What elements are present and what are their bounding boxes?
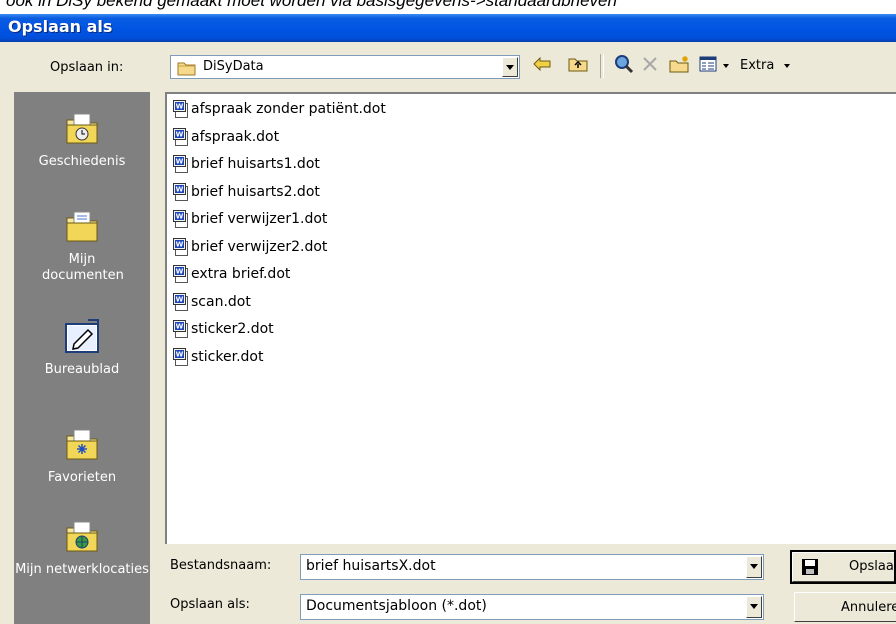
delete-button[interactable] (638, 54, 662, 78)
place-my-documents[interactable]: Mijn documenten (14, 208, 150, 284)
file-list-item[interactable]: Wbrief huisarts1.dot (173, 151, 320, 177)
place-favorites[interactable]: Favorieten (14, 426, 150, 485)
file-name: afspraak zonder patiënt.dot (191, 101, 386, 117)
views-button[interactable] (696, 54, 732, 78)
cancel-button-label: Annuleren (841, 600, 896, 615)
extra-dropdown-arrow-icon (784, 63, 791, 68)
place-label-desktop: Bureaublad (44, 362, 120, 377)
views-dropdown-arrow-icon (723, 64, 729, 68)
file-list-item[interactable]: Wsticker.dot (173, 344, 263, 370)
file-name: sticker.dot (191, 348, 264, 365)
svg-text:W: W (176, 158, 184, 166)
file-list[interactable]: Wafspraak zonder patiënt.dot Wafspraak.do… (165, 92, 896, 544)
svg-text:W: W (176, 295, 184, 303)
svg-text:W: W (176, 213, 184, 221)
extra-menu-label: Extra (740, 58, 775, 73)
cancel-button-frame: Annuleren (794, 592, 896, 624)
desktop-icon (14, 318, 150, 358)
svg-text:W: W (176, 350, 184, 358)
search-web-button[interactable] (612, 54, 636, 78)
save-in-label: Opslaan in: (50, 60, 124, 75)
history-folder-icon (14, 110, 150, 150)
filetype-label: Opslaan als: (170, 597, 250, 612)
svg-text:W: W (176, 103, 184, 111)
views-grid-icon (699, 56, 717, 76)
word-template-icon: W (173, 155, 189, 173)
filetype-combobox[interactable]: Documentsjabloon (*.dot) (300, 594, 764, 620)
place-label-network: Mijn netwerklocaties (15, 562, 149, 577)
word-template-icon: W (173, 127, 189, 146)
svg-text:W: W (176, 185, 184, 193)
up-folder-icon (568, 56, 588, 76)
window-title: Opslaan als (8, 17, 113, 36)
place-label-my-documents: Mijn documenten (42, 252, 124, 283)
file-list-item[interactable]: Wextra brief.dot (173, 261, 290, 287)
file-name: brief verwijzer2.dot (191, 238, 328, 255)
extra-menu-button[interactable]: Extra (740, 58, 791, 73)
folder-icon (177, 60, 197, 80)
place-network[interactable]: Mijn netwerklocaties (14, 518, 150, 578)
up-one-level-button[interactable] (566, 54, 590, 78)
delete-x-icon (642, 56, 658, 76)
filename-label: Bestandsnaam: (170, 558, 272, 573)
file-name: brief huisarts2.dot (191, 183, 320, 200)
save-in-value: DiSyData (203, 59, 264, 74)
file-name: brief verwijzer1.dot (191, 211, 328, 227)
place-desktop[interactable]: Bureaublad (14, 318, 150, 377)
word-template-icon: W (173, 320, 189, 338)
save-button-label: Opslaan (849, 559, 894, 574)
favorites-folder-icon (14, 426, 150, 466)
file-name: afspraak.dot (191, 128, 280, 145)
word-template-icon: W (173, 347, 189, 366)
file-name: sticker2.dot (191, 321, 274, 337)
save-button[interactable]: Opslaan (792, 552, 894, 582)
title-bar[interactable]: Opslaan als (0, 14, 896, 42)
document-text-line: ook in DiSy bekend gemaakt moet worden v… (6, 0, 617, 10)
new-folder-icon (669, 55, 691, 77)
search-web-icon (614, 54, 634, 78)
back-arrow-icon (533, 56, 551, 75)
svg-text:W: W (176, 323, 184, 331)
word-template-icon: W (173, 292, 189, 311)
network-places-icon (14, 518, 150, 558)
file-list-item[interactable]: Wbrief huisarts2.dot (173, 179, 320, 205)
svg-text:W: W (176, 268, 184, 276)
floppy-disk-icon (801, 558, 819, 580)
word-template-icon: W (173, 237, 189, 256)
file-name: brief huisarts1.dot (191, 156, 320, 172)
new-folder-button[interactable] (668, 54, 692, 78)
file-list-item[interactable]: Wafspraak.dot (173, 124, 279, 150)
word-template-icon: W (173, 100, 189, 118)
filename-combobox[interactable]: brief huisartsX.dot (300, 554, 764, 580)
file-list-item[interactable]: Wbrief verwijzer2.dot (173, 234, 327, 260)
word-template-icon: W (173, 265, 189, 283)
svg-text:W: W (176, 240, 184, 248)
file-list-item[interactable]: Wsticker2.dot (173, 316, 274, 342)
svg-text:W: W (176, 130, 184, 138)
filename-input[interactable]: brief huisartsX.dot (306, 558, 436, 574)
place-history[interactable]: Geschiedenis (14, 110, 150, 169)
toolbar-separator (600, 54, 604, 78)
file-name: scan.dot (191, 293, 251, 310)
file-list-item[interactable]: Wafspraak zonder patiënt.dot (173, 96, 386, 122)
save-button-frame: Opslaan (790, 550, 896, 584)
place-label-history: Geschiedenis (38, 154, 126, 169)
places-bar: Geschiedenis Mijn documenten Bureaublad (14, 92, 150, 624)
word-template-icon: W (173, 210, 189, 228)
filetype-dropdown-button[interactable] (746, 596, 762, 618)
cancel-button[interactable]: Annuleren (794, 592, 896, 622)
background-document-text: ook in DiSy bekend gemaakt moet worden v… (0, 0, 896, 14)
my-documents-folder-icon (14, 208, 150, 248)
filetype-value: Documentsjabloon (*.dot) (306, 598, 487, 614)
file-name: extra brief.dot (191, 266, 291, 282)
save-in-combobox[interactable]: DiSyData (170, 55, 520, 79)
file-list-item[interactable]: Wbrief verwijzer1.dot (173, 206, 327, 232)
file-list-item[interactable]: Wscan.dot (173, 289, 251, 315)
word-template-icon: W (173, 182, 189, 201)
back-button[interactable] (530, 54, 554, 78)
place-label-favorites: Favorieten (47, 470, 117, 485)
filename-dropdown-button[interactable] (746, 556, 762, 578)
save-in-dropdown-button[interactable] (502, 57, 518, 77)
